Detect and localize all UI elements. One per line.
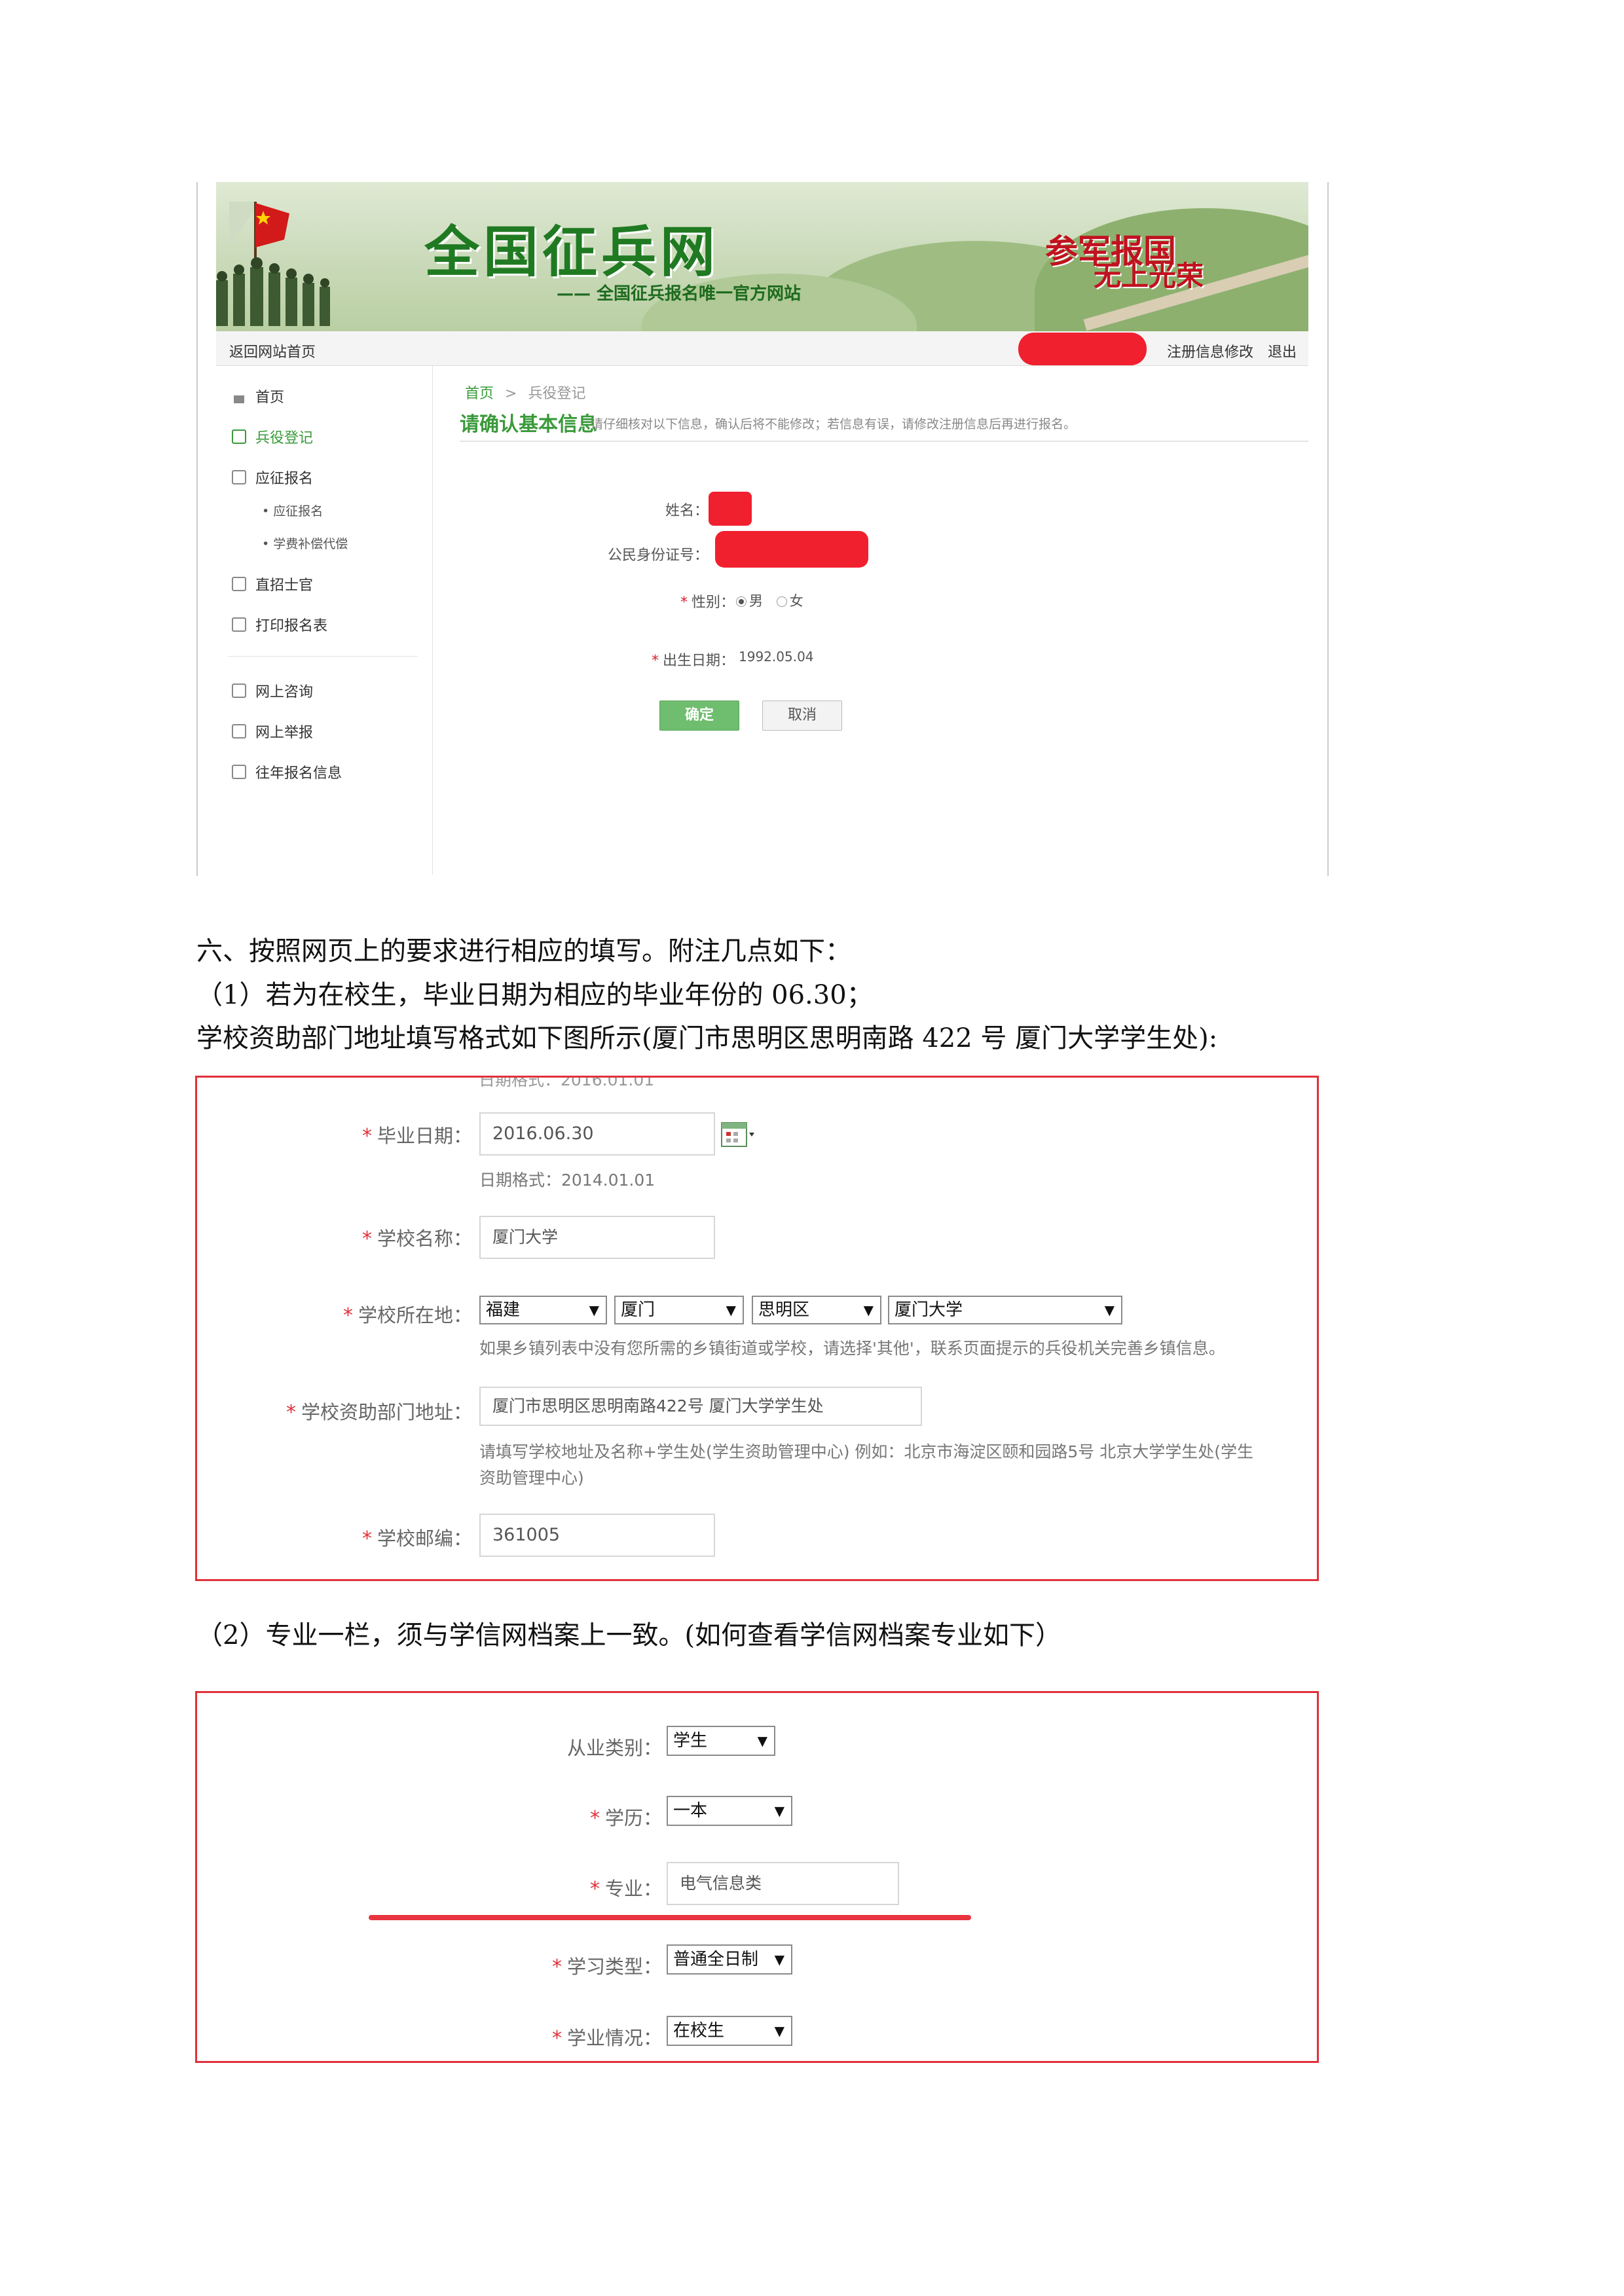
study-type-label: * 学习类型： xyxy=(551,1956,662,1978)
paragraph-note1: （1）若为在校生，毕业日期为相应的毕业年份的 06.30； xyxy=(196,980,873,1010)
sidebar-item-past-info[interactable]: 往年报名信息 xyxy=(232,761,342,782)
home-icon xyxy=(232,389,246,403)
occupation-select[interactable]: 学生 ▼ xyxy=(667,1726,775,1756)
school-name-label: * 学校名称： xyxy=(361,1228,472,1250)
province-select[interactable]: 福建 ▼ xyxy=(479,1296,607,1324)
breadcrumb: 首页 > 兵役登记 xyxy=(465,382,585,403)
school-select[interactable]: 厦门大学 ▼ xyxy=(888,1296,1122,1324)
section-note: 请仔细核对以下信息，确认后将不能修改；若信息有误，请修改注册信息后再进行报名。 xyxy=(591,417,1077,431)
education-label: * 学历： xyxy=(589,1807,662,1830)
chevron-down-icon: ▼ xyxy=(1104,1302,1115,1318)
history-icon xyxy=(232,765,246,779)
sidebar: 首页 兵役登记 应征报名 • 应征报名 • 学费补偿代偿 直招士官 打印报名表 … xyxy=(216,366,433,875)
grad-date-input[interactable]: 2016.06.30 xyxy=(479,1112,715,1156)
school-location-label: * 学校所在地： xyxy=(342,1304,472,1327)
study-status-select[interactable]: 在校生 ▼ xyxy=(667,2016,792,2046)
sidebar-item-enlist-register[interactable]: 兵役登记 xyxy=(232,426,313,447)
school-name-input[interactable]: 厦门大学 xyxy=(479,1216,715,1259)
chevron-down-icon: ▼ xyxy=(774,1803,784,1819)
logout-link[interactable]: 退出 xyxy=(1268,344,1297,361)
cut-off-date-hint: 日期格式：2016.01.01 xyxy=(479,1076,655,1089)
school-info-screenshot: 日期格式：2016.01.01 * 毕业日期： 2016.06.30 日期格式：2… xyxy=(195,1076,1319,1581)
redacted-id xyxy=(715,531,868,568)
grad-date-label: * 毕业日期： xyxy=(361,1125,472,1148)
paragraph-address-format: 学校资助部门地址填写格式如下图所示(厦门市思明区思明南路 422 号 厦门大学学… xyxy=(196,1023,1218,1053)
paragraph-major-note: （2）专业一栏，须与学信网档案上一致。(如何查看学信网档案专业如下） xyxy=(196,1620,1062,1650)
clipboard-icon xyxy=(232,429,246,444)
id-label: 公民身份证号： xyxy=(607,547,709,564)
flag-soldiers-icon xyxy=(216,202,330,326)
section-title: 请确认基本信息 xyxy=(460,413,597,436)
sidebar-item-online-consult[interactable]: 网上咨询 xyxy=(232,680,313,701)
redacted-username xyxy=(1018,333,1147,365)
slogan-line2: 无上光荣 xyxy=(1094,260,1204,292)
major-label: * 专业： xyxy=(589,1878,662,1901)
calendar-icon[interactable] xyxy=(721,1121,756,1150)
district-select[interactable]: 思明区 ▼ xyxy=(752,1296,881,1324)
breadcrumb-current: 兵役登记 xyxy=(528,386,586,402)
main-content: 首页 > 兵役登记 请确认基本信息 请仔细核对以下信息，确认后将不能修改；若信息… xyxy=(460,366,1308,875)
sidebar-divider xyxy=(228,656,418,657)
breadcrumb-separator: > xyxy=(505,386,517,402)
site-subtitle: —— 全国征兵报名唯一官方网站 xyxy=(557,284,802,304)
chevron-down-icon: ▼ xyxy=(726,1302,736,1318)
postcode-input[interactable]: 361005 xyxy=(479,1514,715,1557)
account-links: 注册信息修改 退出 xyxy=(1153,340,1297,361)
chat-icon xyxy=(232,683,246,698)
location-hint: 如果乡镇列表中没有您所需的乡镇街道或学校，请选择'其他'，联系页面提示的兵役机关… xyxy=(479,1339,1225,1358)
gender-male-radio[interactable] xyxy=(736,596,747,607)
major-input[interactable]: 电气信息类 xyxy=(667,1862,899,1905)
aid-hint-line2: 资助管理中心) xyxy=(479,1468,584,1487)
site-banner: 全国征兵网 —— 全国征兵报名唯一官方网站 参军报国 无上光荣 xyxy=(216,182,1308,331)
sidebar-item-apply[interactable]: 应征报名 xyxy=(232,467,313,488)
chevron-down-icon: ▼ xyxy=(757,1733,767,1749)
sidebar-item-online-report[interactable]: 网上举报 xyxy=(232,721,313,742)
education-select[interactable]: 一本 ▼ xyxy=(667,1796,792,1826)
confirm-button[interactable]: 确定 xyxy=(659,701,739,731)
chevron-down-icon: ▼ xyxy=(589,1302,599,1318)
chevron-down-icon: ▼ xyxy=(774,1952,784,1967)
gender-options: 男 女 xyxy=(736,591,803,610)
sidebar-item-print-form[interactable]: 打印报名表 xyxy=(232,614,327,635)
major-highlight-underline xyxy=(369,1915,971,1920)
date-format-hint: 日期格式：2014.01.01 xyxy=(479,1171,655,1190)
major-info-screenshot: 从业类别： 学生 ▼ * 学历： 一本 ▼ * 专业： 电气信息类 * 学习类型： 普通全… xyxy=(195,1691,1319,2063)
postcode-label: * 学校邮编： xyxy=(361,1527,472,1550)
sidebar-subitem-apply[interactable]: • 应征报名 xyxy=(262,501,323,519)
breadcrumb-home[interactable]: 首页 xyxy=(465,386,494,402)
id-card-icon xyxy=(232,577,246,591)
website-screenshot: 全国征兵网 —— 全国征兵报名唯一官方网站 参军报国 无上光荣 返回网站首页 注… xyxy=(196,182,1329,876)
redacted-name xyxy=(709,492,752,526)
cancel-button[interactable]: 取消 xyxy=(762,701,842,731)
birth-value: 1992.05.04 xyxy=(739,649,814,665)
name-label: 姓名： xyxy=(665,503,709,519)
section-divider xyxy=(460,441,1308,442)
city-select[interactable]: 厦门 ▼ xyxy=(614,1296,744,1324)
edit-info-link[interactable]: 注册信息修改 xyxy=(1167,344,1253,361)
aid-hint-line1: 请填写学校地址及名称+学生处(学生资助管理中心) 例如：北京市海淀区颐和园路5号… xyxy=(479,1442,1254,1461)
study-type-select[interactable]: 普通全日制 ▼ xyxy=(667,1944,792,1975)
mail-icon xyxy=(232,724,246,738)
top-bar: 返回网站首页 注册信息修改 退出 xyxy=(216,331,1308,366)
printer-icon xyxy=(232,617,246,632)
sidebar-item-direct-recruit[interactable]: 直招士官 xyxy=(232,574,313,594)
chevron-down-icon: ▼ xyxy=(863,1302,874,1318)
sidebar-subitem-tuition[interactable]: • 学费补偿代偿 xyxy=(262,534,348,552)
chevron-down-icon: ▼ xyxy=(774,2023,784,2039)
paragraph-step6: 六、按照网页上的要求进行相应的填写。附注几点如下： xyxy=(196,936,851,966)
birth-label: * 出生日期： xyxy=(651,653,735,669)
sidebar-item-home[interactable]: 首页 xyxy=(232,386,284,407)
gender-female-radio[interactable] xyxy=(776,596,787,607)
document-icon xyxy=(232,470,246,484)
site-title: 全国征兵网 xyxy=(424,220,720,284)
aid-address-label: * 学校资助部门地址： xyxy=(286,1401,472,1424)
home-link[interactable]: 返回网站首页 xyxy=(229,340,316,361)
gender-label: * 性别： xyxy=(680,594,735,611)
study-status-label: * 学业情况： xyxy=(551,2027,662,2050)
occupation-label: 从业类别： xyxy=(566,1737,662,1759)
aid-address-input[interactable]: 厦门市思明区思明南路422号 厦门大学学生处 xyxy=(479,1387,922,1426)
